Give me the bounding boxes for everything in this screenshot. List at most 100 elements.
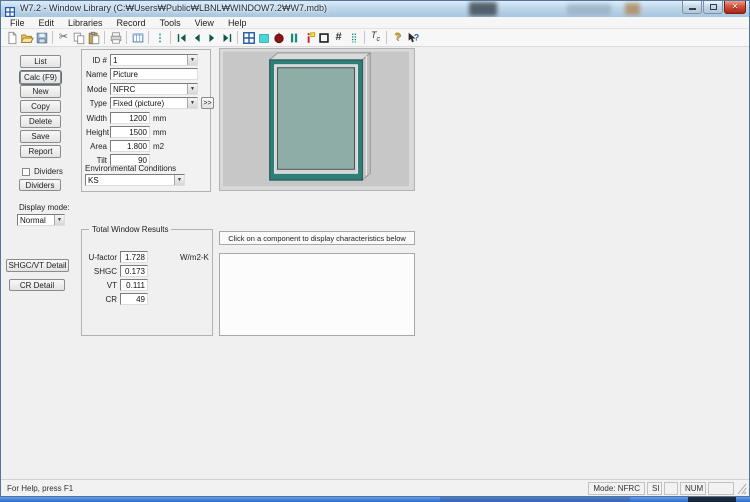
close-icon: ✕	[732, 3, 739, 11]
prev-record-icon[interactable]	[189, 30, 204, 46]
minimize-icon	[689, 8, 696, 10]
type-expand-button[interactable]: >>	[201, 97, 214, 109]
toolbar-separator	[52, 31, 53, 44]
save-button[interactable]: Save	[20, 130, 61, 143]
component-detail-box	[219, 253, 415, 336]
id-value: 1	[113, 56, 187, 65]
last-record-icon[interactable]	[219, 30, 234, 46]
first-record-icon[interactable]	[174, 30, 189, 46]
height-field[interactable]	[110, 126, 150, 138]
open-icon[interactable]	[19, 30, 34, 46]
dividers-button[interactable]: Dividers	[19, 179, 61, 191]
taskbar-item	[440, 497, 630, 502]
dividers-checkbox[interactable]	[22, 168, 30, 176]
toolbar-separator	[364, 31, 365, 44]
type-label: Type	[86, 99, 107, 108]
name-label: Name	[86, 70, 107, 79]
frame-outline-icon[interactable]	[316, 30, 331, 46]
vt-label: VT	[86, 281, 117, 290]
report-button[interactable]: Report	[20, 145, 61, 158]
shgc-vt-detail-button[interactable]: SHGC/VT Detail	[6, 259, 69, 272]
display-mode-select[interactable]: Normal ▼	[17, 214, 65, 226]
frame-library-icon[interactable]	[286, 30, 301, 46]
list-view-icon[interactable]	[152, 30, 167, 46]
list-button[interactable]: List	[20, 55, 61, 68]
copy-button[interactable]: Copy	[20, 100, 61, 113]
menu-record[interactable]: Record	[110, 17, 153, 29]
menu-help[interactable]: Help	[221, 17, 254, 29]
chevron-down-icon[interactable]: ▼	[54, 215, 64, 225]
dividers-checkbox-row: Dividers	[22, 167, 63, 176]
toolbar-separator	[148, 31, 149, 44]
mode-label: Mode	[86, 85, 107, 94]
area-unit: m2	[153, 142, 164, 151]
status-help-text: For Help, press F1	[3, 484, 586, 493]
save-icon[interactable]	[34, 30, 49, 46]
divider-library-icon[interactable]	[301, 30, 316, 46]
width-label: Width	[86, 114, 107, 123]
titlebar: W7.2 - Window Library (C:₩Users₩Public₩L…	[1, 1, 749, 17]
help-icon[interactable]: ?	[390, 30, 405, 46]
toolbar-separator	[170, 31, 171, 44]
calc-button[interactable]: Calc (F9)	[20, 71, 61, 84]
statusbar: For Help, press F1 Mode: NFRC SI NUM	[1, 479, 749, 496]
name-field[interactable]	[110, 68, 198, 80]
menu-view[interactable]: View	[188, 17, 221, 29]
shgc-value: 0.173	[120, 265, 148, 277]
menu-edit[interactable]: Edit	[32, 17, 62, 29]
dotted-list-icon[interactable]	[346, 30, 361, 46]
window-library-icon[interactable]	[241, 30, 256, 46]
chevron-down-icon[interactable]: ▼	[187, 55, 197, 65]
cut-icon[interactable]: ✂	[56, 30, 71, 46]
chevron-down-icon[interactable]: ▼	[174, 175, 184, 185]
environmental-conditions-value: KS	[88, 176, 174, 185]
status-blank-2	[708, 482, 734, 495]
maximize-button[interactable]	[703, 1, 723, 14]
frame-top-face[interactable]	[270, 53, 371, 60]
window-3d-preview[interactable]	[220, 49, 414, 190]
cr-detail-button[interactable]: CR Detail	[9, 279, 65, 291]
paste-icon[interactable]	[86, 30, 101, 46]
app-window: W7.2 - Window Library (C:₩Users₩Public₩L…	[0, 0, 750, 497]
mode-select[interactable]: NFRC ▼	[110, 83, 198, 95]
table-view-icon[interactable]	[130, 30, 145, 46]
component-instruction-bar: Click on a component to display characte…	[219, 231, 415, 245]
menu-tools[interactable]: Tools	[153, 17, 188, 29]
new-icon[interactable]	[4, 30, 19, 46]
svg-text:?: ?	[413, 32, 418, 42]
ufactor-value: 1.728	[120, 251, 148, 263]
area-field[interactable]	[110, 140, 150, 152]
glass-pane[interactable]	[278, 68, 355, 170]
width-field[interactable]	[110, 112, 150, 124]
menu-file[interactable]: File	[3, 17, 32, 29]
aero-glass-smudge	[567, 4, 611, 15]
glass-library-icon[interactable]	[256, 30, 271, 46]
cr-label: CR	[86, 295, 117, 304]
area-label: Area	[86, 142, 107, 151]
menu-libraries[interactable]: Libraries	[61, 17, 110, 29]
new-button[interactable]: New	[20, 85, 61, 98]
print-icon[interactable]	[108, 30, 123, 46]
tc-icon[interactable]: Tc	[368, 30, 383, 46]
status-si: SI	[647, 482, 662, 495]
context-help-icon[interactable]: ?	[405, 30, 420, 46]
close-button[interactable]: ✕	[724, 1, 746, 14]
type-select[interactable]: Fixed (picture) ▼	[110, 97, 198, 109]
mode-value: NFRC	[113, 85, 187, 94]
minimize-button[interactable]	[682, 1, 702, 14]
content-area: List Calc (F9) New Copy Delete Save Repo…	[1, 47, 749, 479]
next-record-icon[interactable]	[204, 30, 219, 46]
id-select[interactable]: 1 ▼	[110, 54, 198, 66]
toolbar: ✂ # Tc??	[1, 29, 749, 47]
app-icon	[5, 4, 15, 14]
chevron-down-icon[interactable]: ▼	[187, 98, 197, 108]
resize-grip-icon[interactable]	[736, 482, 747, 495]
window-title: W7.2 - Window Library (C:₩Users₩Public₩L…	[20, 3, 327, 13]
chevron-down-icon[interactable]: ▼	[187, 84, 197, 94]
gas-library-icon[interactable]	[271, 30, 286, 46]
maximize-icon	[710, 4, 717, 10]
environmental-conditions-select[interactable]: KS ▼	[85, 174, 185, 186]
grid-icon[interactable]: #	[331, 30, 346, 46]
copy-icon[interactable]	[71, 30, 86, 46]
delete-button[interactable]: Delete	[20, 115, 61, 128]
